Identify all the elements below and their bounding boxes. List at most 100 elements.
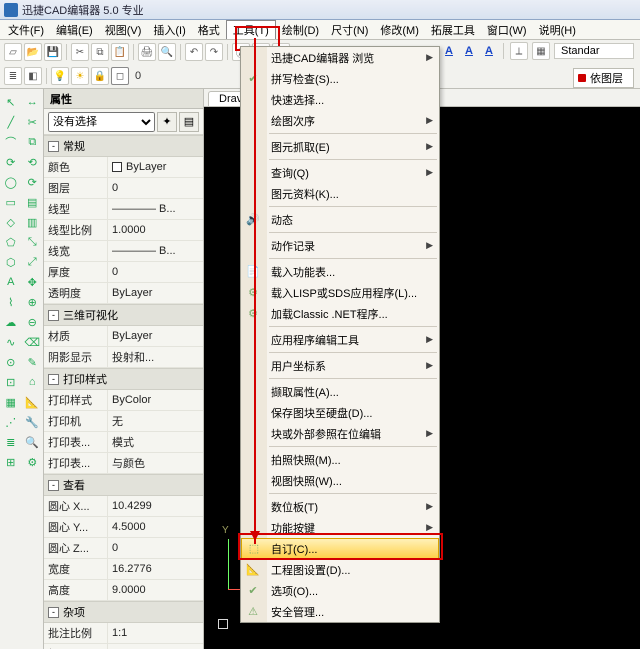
paste-icon[interactable]: 📋 xyxy=(111,43,129,61)
prop-value[interactable]: ———— B... xyxy=(108,241,203,261)
draw-tool-2[interactable]: ⌒ xyxy=(2,133,20,151)
modify-tool-7[interactable]: ⤡ xyxy=(23,233,41,251)
draw-tool-6[interactable]: ◇ xyxy=(2,213,20,231)
print-icon[interactable]: 🖨 xyxy=(138,43,156,61)
draw-tool-18[interactable]: ⊞ xyxy=(2,453,20,471)
modify-tool-16[interactable]: 🔧 xyxy=(23,413,41,431)
prop-select-button[interactable]: ▤ xyxy=(179,112,199,132)
preview-icon[interactable]: 🔍 xyxy=(158,43,176,61)
menu-工具[interactable]: 工具(T) xyxy=(226,20,276,39)
draw-tool-15[interactable]: ▦ xyxy=(2,393,20,411)
prop-value[interactable]: ByColor xyxy=(108,390,203,410)
draw-tool-7[interactable]: ⬠ xyxy=(2,233,20,251)
cut-icon[interactable]: ✂ xyxy=(71,43,89,61)
menuitem-用户坐标系[interactable]: 用户坐标系▶ xyxy=(241,355,439,376)
draw-tool-16[interactable]: ⋰ xyxy=(2,413,20,431)
prop-row[interactable]: 打印表...模式 xyxy=(44,432,203,453)
copy-icon[interactable]: ⧉ xyxy=(91,43,109,61)
modify-tool-8[interactable]: ⤢ xyxy=(23,253,41,271)
undo-icon[interactable]: ↶ xyxy=(185,43,203,61)
save-icon[interactable]: 💾 xyxy=(44,43,62,61)
prop-row[interactable]: 透明度ByLayer xyxy=(44,283,203,304)
open-icon[interactable]: 📂 xyxy=(24,43,42,61)
prop-value[interactable]: 0 xyxy=(108,262,203,282)
menuitem-加载Classic[interactable]: ⚙加载Classic .NET程序... xyxy=(241,303,439,324)
prop-value[interactable]: 9.0000 xyxy=(108,580,203,600)
menuitem-应用程序编辑工具[interactable]: 应用程序编辑工具▶ xyxy=(241,329,439,350)
dim-icon[interactable]: ⟂ xyxy=(510,42,528,60)
prop-row[interactable]: 高度9.0000 xyxy=(44,580,203,601)
draw-tool-3[interactable]: ⟳ xyxy=(2,153,20,171)
modify-tool-4[interactable]: ⟳ xyxy=(23,173,41,191)
prop-row[interactable]: 打印表...与颜色 xyxy=(44,453,203,474)
menuitem-载入功能表[interactable]: 📄载入功能表... xyxy=(241,261,439,282)
prop-group-查看[interactable]: -查看 xyxy=(44,474,203,496)
menuitem-绘图次序[interactable]: 绘图次序▶ xyxy=(241,110,439,131)
draw-tool-14[interactable]: ⊡ xyxy=(2,373,20,391)
modify-tool-1[interactable]: ✂ xyxy=(23,113,41,131)
text-style-select[interactable]: Standar xyxy=(554,43,634,59)
menu-编辑[interactable]: 编辑(E) xyxy=(50,20,99,39)
draw-tool-17[interactable]: ≣ xyxy=(2,433,20,451)
layer-states-icon[interactable]: ◧ xyxy=(24,67,42,85)
menuitem-功能按键[interactable]: 功能按键▶ xyxy=(241,517,439,538)
prop-value[interactable]: 4.5000 xyxy=(108,517,203,537)
menu-格式[interactable]: 格式 xyxy=(192,20,226,39)
menuitem-图元资料[interactable]: 图元资料(K)... xyxy=(241,183,439,204)
prop-value[interactable]: 模式 xyxy=(108,432,203,452)
prop-row[interactable]: 打印机无 xyxy=(44,411,203,432)
prop-row[interactable]: 打开UC...Yes xyxy=(44,644,203,649)
prop-value[interactable]: 与颜色 xyxy=(108,453,203,473)
prop-value[interactable]: ByLayer xyxy=(108,283,203,303)
menuitem-载入LISP或SDS应用程序[interactable]: ⚙载入LISP或SDS应用程序(L)... xyxy=(241,282,439,303)
A-icon-3[interactable]: A xyxy=(481,43,497,59)
prop-row[interactable]: 材质ByLayer xyxy=(44,326,203,347)
menu-说明[interactable]: 说明(H) xyxy=(533,20,582,39)
menuitem-动态[interactable]: 🔊动态 xyxy=(241,209,439,230)
draw-tool-0[interactable]: ↖ xyxy=(2,93,20,111)
menuitem-保存图块至硬盘[interactable]: 保存图块至硬盘(D)... xyxy=(241,402,439,423)
prop-value[interactable]: ByLayer xyxy=(108,326,203,346)
selection-dropdown[interactable]: 没有选择 xyxy=(48,112,155,132)
prop-value[interactable]: 1:1 xyxy=(108,623,203,643)
prop-value[interactable]: 0 xyxy=(108,178,203,198)
modify-tool-14[interactable]: ⌂ xyxy=(23,373,41,391)
redo-icon[interactable]: ↷ xyxy=(205,43,223,61)
menuitem-安全管理[interactable]: ⚠安全管理... xyxy=(241,601,439,622)
prop-group-常规[interactable]: -常规 xyxy=(44,135,203,157)
A-icon[interactable]: A xyxy=(441,43,457,59)
color-icon[interactable]: ◻ xyxy=(111,67,129,85)
prop-row[interactable]: 图层0 xyxy=(44,178,203,199)
menuitem-快速选择[interactable]: 快速选择... xyxy=(241,89,439,110)
draw-tool-8[interactable]: ⬡ xyxy=(2,253,20,271)
menu-尺寸[interactable]: 尺寸(N) xyxy=(325,20,374,39)
prop-row[interactable]: 圆心 X...10.4299 xyxy=(44,496,203,517)
draw-tool-1[interactable]: ╱ xyxy=(2,113,20,131)
menuitem-选项[interactable]: ✔选项(O)... xyxy=(241,580,439,601)
menuitem-查询[interactable]: 查询(Q)▶ xyxy=(241,162,439,183)
menuitem-块或外部参照在位编辑[interactable]: 块或外部参照在位编辑▶ xyxy=(241,423,439,444)
prop-row[interactable]: 圆心 Y...4.5000 xyxy=(44,517,203,538)
prop-value[interactable]: 0 xyxy=(108,538,203,558)
menuitem-图元抓取[interactable]: 图元抓取(E)▶ xyxy=(241,136,439,157)
modify-tool-3[interactable]: ⟲ xyxy=(23,153,41,171)
prop-value[interactable]: 10.4299 xyxy=(108,496,203,516)
prop-row[interactable]: 圆心 Z...0 xyxy=(44,538,203,559)
menuitem-视图快照[interactable]: 视图快照(W)... xyxy=(241,470,439,491)
draw-tool-4[interactable]: ◯ xyxy=(2,173,20,191)
draw-tool-9[interactable]: A xyxy=(2,273,20,291)
modify-tool-13[interactable]: ✎ xyxy=(23,353,41,371)
modify-tool-11[interactable]: ⊖ xyxy=(23,313,41,331)
menuitem-迅捷CAD编辑器 浏览[interactable]: 迅捷CAD编辑器 浏览▶ xyxy=(241,47,439,68)
draw-tool-5[interactable]: ▭ xyxy=(2,193,20,211)
modify-tool-5[interactable]: ▤ xyxy=(23,193,41,211)
prop-row[interactable]: 线宽———— B... xyxy=(44,241,203,262)
modify-tool-12[interactable]: ⌫ xyxy=(23,333,41,351)
prop-value[interactable]: 投射和... xyxy=(108,347,203,367)
prop-value[interactable]: Yes xyxy=(108,644,203,649)
prop-group-杂项[interactable]: -杂项 xyxy=(44,601,203,623)
menuitem-撷取属性[interactable]: 撷取属性(A)... xyxy=(241,381,439,402)
menu-视图[interactable]: 视图(V) xyxy=(99,20,148,39)
prop-row[interactable]: 线型———— B... xyxy=(44,199,203,220)
menuitem-数位板[interactable]: 数位板(T)▶ xyxy=(241,496,439,517)
